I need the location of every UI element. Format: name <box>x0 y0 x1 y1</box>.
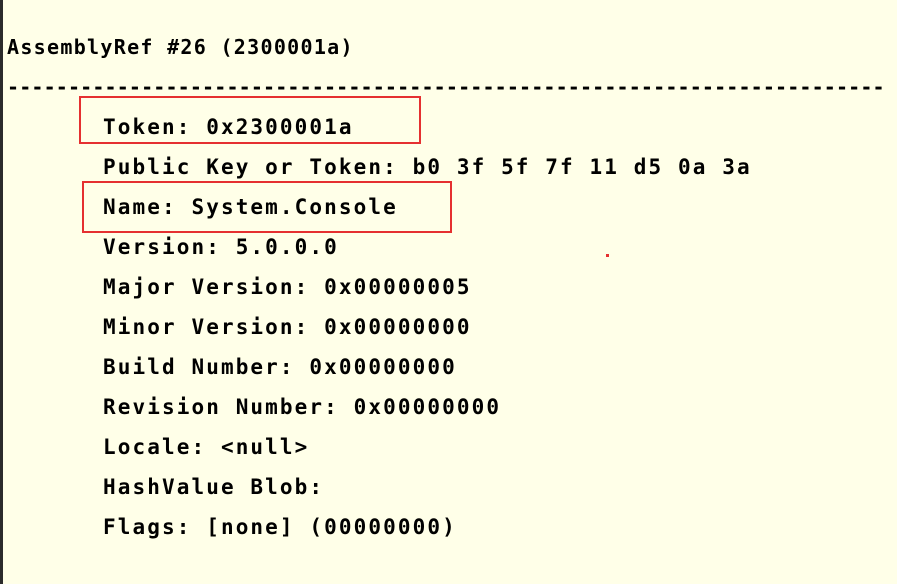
field-flags: Flags: [none] (00000000) <box>103 515 457 539</box>
field-minor-version: Minor Version: 0x00000000 <box>103 315 472 339</box>
window-left-border <box>0 0 3 584</box>
field-locale: Locale: <null> <box>103 435 310 459</box>
field-build-number: Build Number: 0x00000000 <box>103 355 457 379</box>
red-mark <box>606 254 609 257</box>
assembly-ref-fields: Token: 0x2300001a Public Key or Token: b… <box>103 112 752 552</box>
field-version: Version: 5.0.0.0 <box>103 235 339 259</box>
highlight-box-name <box>82 181 452 233</box>
assembly-ref-header: AssemblyRef #26 (2300001a) <box>7 35 354 59</box>
field-revision-number: Revision Number: 0x00000000 <box>103 395 502 419</box>
field-hashvalue-blob: HashValue Blob: <box>103 475 325 499</box>
field-major-version: Major Version: 0x00000005 <box>103 275 472 299</box>
highlight-box-token <box>79 96 421 144</box>
